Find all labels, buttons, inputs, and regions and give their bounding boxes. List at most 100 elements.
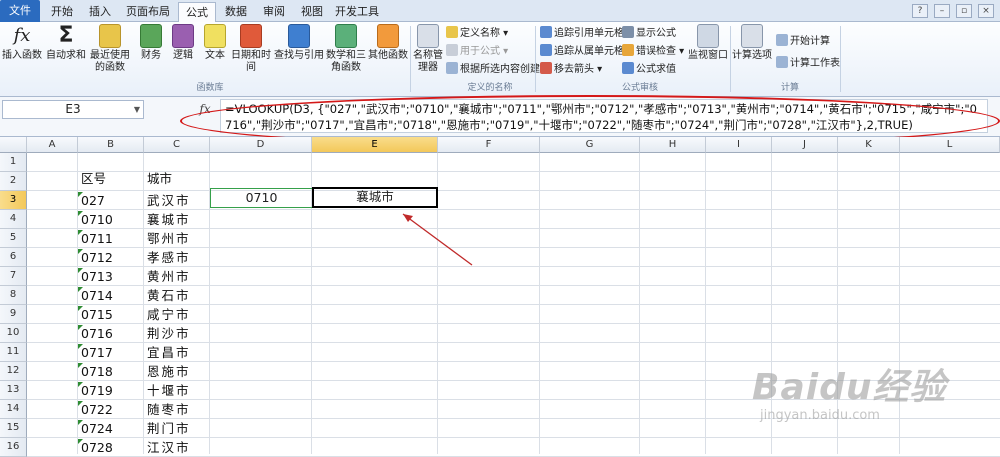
calculation-options-button[interactable]: 计算选项	[732, 24, 772, 80]
cell-city[interactable]: 黄石市	[144, 286, 191, 305]
column-header-b[interactable]: B	[78, 137, 144, 153]
cell-city[interactable]: 孝感市	[144, 248, 191, 267]
cell-b2[interactable]: 区号	[78, 169, 106, 188]
cell-area-code[interactable]: 0728	[78, 438, 113, 457]
evaluate-formula-button[interactable]: 公式求值	[622, 62, 676, 78]
financial-button[interactable]: 财务	[136, 24, 166, 80]
trace-dependents-button[interactable]: 追踪从属单元格	[540, 44, 624, 60]
column-header-j[interactable]: J	[772, 137, 838, 153]
cell-c2[interactable]: 城市	[144, 169, 172, 188]
cell-city[interactable]: 武汉市	[144, 191, 191, 210]
column-header-h[interactable]: H	[640, 137, 706, 153]
insert-function-fx-button[interactable]: fx	[196, 100, 214, 119]
row-header-9[interactable]: 9	[0, 305, 27, 324]
cell-area-code[interactable]: 0714	[78, 286, 113, 305]
more-functions-button[interactable]: 其他函数	[368, 24, 408, 80]
tab-developer[interactable]: 开发工具	[332, 2, 382, 22]
autosum-button[interactable]: Σ 自动求和	[46, 24, 86, 80]
recent-functions-button[interactable]: 最近使用的函数	[88, 24, 132, 80]
column-header-i[interactable]: I	[706, 137, 772, 153]
date-time-button[interactable]: 日期和时间	[230, 24, 272, 80]
help-icon[interactable]: ?	[912, 4, 928, 18]
tab-insert[interactable]: 插入	[82, 2, 118, 22]
cell-city[interactable]: 十堰市	[144, 381, 191, 400]
row-header-8[interactable]: 8	[0, 286, 27, 305]
row-header-2[interactable]: 2	[0, 172, 27, 191]
cell-city[interactable]: 江汉市	[144, 438, 191, 457]
restore-icon[interactable]: ▫	[956, 4, 972, 18]
column-header-a[interactable]: A	[27, 137, 78, 153]
row-header-6[interactable]: 6	[0, 248, 27, 267]
row-header-12[interactable]: 12	[0, 362, 27, 381]
remove-arrows-button[interactable]: 移去箭头 ▾	[540, 62, 602, 78]
row-header-13[interactable]: 13	[0, 381, 27, 400]
minimize-icon[interactable]: –	[934, 4, 950, 18]
cell-city[interactable]: 恩施市	[144, 362, 191, 381]
cell-area-code[interactable]: 0719	[78, 381, 113, 400]
tab-view[interactable]: 视图	[294, 2, 330, 22]
error-checking-button[interactable]: 错误检查 ▾	[622, 44, 684, 60]
row-header-4[interactable]: 4	[0, 210, 27, 229]
cell-city[interactable]: 荆门市	[144, 419, 191, 438]
cell-area-code[interactable]: 0711	[78, 229, 113, 248]
text-button[interactable]: 文本	[200, 24, 230, 80]
tab-formulas[interactable]: 公式	[178, 2, 216, 23]
formula-input[interactable]: =VLOOKUP(D3, {"027","武汉市";"0710","襄城市";"…	[220, 99, 988, 133]
cell-city[interactable]: 宜昌市	[144, 343, 191, 362]
calculate-now-button[interactable]: 开始计算	[776, 34, 830, 50]
tab-page-layout[interactable]: 页面布局	[120, 2, 176, 22]
column-header-e[interactable]: E	[312, 137, 438, 153]
define-name-button[interactable]: 定义名称 ▾	[446, 26, 508, 42]
row-header-15[interactable]: 15	[0, 419, 27, 438]
column-header-g[interactable]: G	[540, 137, 640, 153]
name-manager-button[interactable]: 名称管理器	[412, 24, 444, 80]
cell-area-code[interactable]: 0713	[78, 267, 113, 286]
math-trig-button[interactable]: 数学和三角函数	[326, 24, 366, 80]
insert-function-button[interactable]: fx 插入函数	[2, 24, 42, 80]
row-header-7[interactable]: 7	[0, 267, 27, 286]
cell-area-code[interactable]: 0715	[78, 305, 113, 324]
cell-area-code[interactable]: 0718	[78, 362, 113, 381]
select-all-corner[interactable]	[0, 137, 27, 153]
cell-area-code[interactable]: 0716	[78, 324, 113, 343]
logical-button[interactable]: 逻辑	[168, 24, 198, 80]
row-header-10[interactable]: 10	[0, 324, 27, 343]
cell-e3-selected[interactable]: 襄城市	[312, 187, 438, 208]
row-header-5[interactable]: 5	[0, 229, 27, 248]
watch-window-button[interactable]: 监视窗口	[688, 24, 728, 80]
cell-area-code[interactable]: 0724	[78, 419, 113, 438]
cell-city[interactable]: 咸宁市	[144, 305, 191, 324]
row-header-3[interactable]: 3	[0, 191, 27, 210]
cell-area-code[interactable]: 0722	[78, 400, 113, 419]
cell-city[interactable]: 鄂州市	[144, 229, 191, 248]
tab-file[interactable]: 文件	[0, 0, 40, 22]
cell-area-code[interactable]: 0710	[78, 210, 113, 229]
trace-precedents-button[interactable]: 追踪引用单元格	[540, 26, 624, 42]
tab-home[interactable]: 开始	[44, 2, 80, 22]
close-icon[interactable]: ×	[978, 4, 994, 18]
tab-review[interactable]: 审阅	[256, 2, 292, 22]
row-header-1[interactable]: 1	[0, 153, 27, 172]
column-header-c[interactable]: C	[144, 137, 210, 153]
column-header-k[interactable]: K	[838, 137, 900, 153]
cell-city[interactable]: 黄州市	[144, 267, 191, 286]
lookup-reference-button[interactable]: 查找与引用	[274, 24, 324, 80]
cell-area-code[interactable]: 0717	[78, 343, 113, 362]
column-header-d[interactable]: D	[210, 137, 312, 153]
row-header-14[interactable]: 14	[0, 400, 27, 419]
row-header-16[interactable]: 16	[0, 438, 27, 457]
tab-data[interactable]: 数据	[218, 2, 254, 22]
calculate-sheet-button[interactable]: 计算工作表	[776, 56, 840, 72]
column-header-f[interactable]: F	[438, 137, 540, 153]
column-header-l[interactable]: L	[900, 137, 1000, 153]
row-header-11[interactable]: 11	[0, 343, 27, 362]
create-from-selection-button[interactable]: 根据所选内容创建	[446, 62, 540, 78]
cell-city[interactable]: 荆沙市	[144, 324, 191, 343]
cell-d3[interactable]: 0710	[210, 188, 313, 208]
show-formulas-button[interactable]: 显示公式	[622, 26, 676, 42]
cell-city[interactable]: 襄城市	[144, 210, 191, 229]
use-in-formula-button[interactable]: 用于公式 ▾	[446, 44, 508, 60]
name-box[interactable]: E3 ▼	[2, 100, 144, 119]
cell-city[interactable]: 随枣市	[144, 400, 191, 419]
cell-area-code[interactable]: 0712	[78, 248, 113, 267]
